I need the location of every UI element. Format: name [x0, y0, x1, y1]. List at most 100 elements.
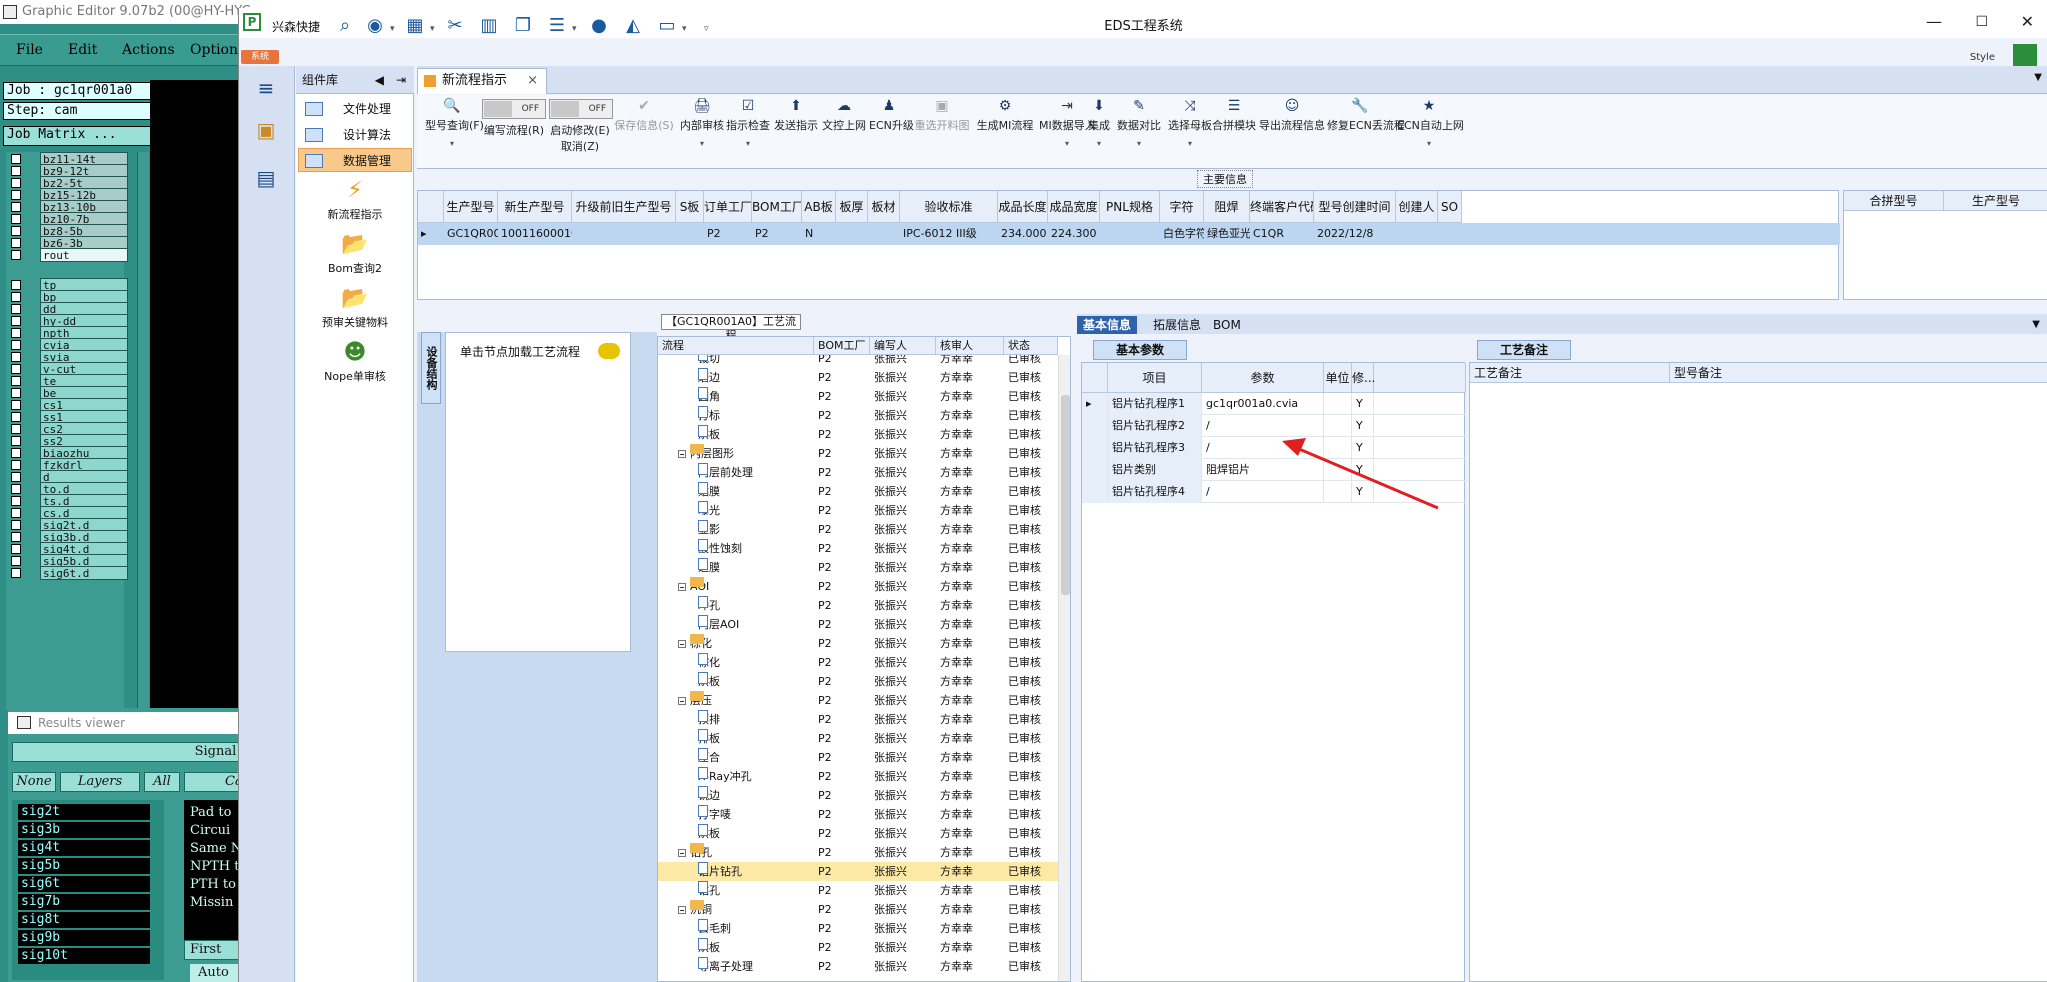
grid-column-header[interactable]: 成品长度 [998, 191, 1048, 223]
layer-checkbox[interactable] [11, 250, 21, 260]
tree-node[interactable]: 退膜 [698, 558, 720, 577]
param-value[interactable]: gc1qr001a0.cvia [1202, 393, 1324, 415]
style-menu[interactable]: Style [1970, 52, 1995, 63]
tree-node[interactable]: 棕化 [678, 634, 712, 653]
layer-row[interactable]: sig6t.d [6, 566, 128, 580]
grid-cell[interactable] [836, 223, 868, 245]
ribbon-button[interactable]: OFF 编写流程(R) [481, 95, 547, 169]
ribbon-button[interactable]: ☺ 导出流程信息 [1259, 95, 1325, 169]
grid-column-header[interactable]: 升级前旧生产型号 [572, 191, 676, 223]
tree-row[interactable]: 等离子处理 P2 张振兴 方幸幸 已审核 [658, 957, 1070, 976]
basic-params-tab[interactable]: 基本参数 [1093, 340, 1187, 360]
grid-row-fill[interactable] [1462, 223, 1840, 245]
tree-node[interactable]: 显影 [698, 520, 720, 539]
layer-scrollbar[interactable] [137, 152, 149, 710]
tree-node[interactable]: 内层AOI [698, 615, 739, 634]
chevron-down-icon[interactable]: ▼ [2026, 316, 2046, 334]
toggle-switch[interactable]: OFF [549, 99, 613, 119]
grid-cell[interactable]: 绿色亚光 [1204, 223, 1250, 245]
hamburger-icon[interactable]: ≡ [251, 76, 281, 106]
component-item[interactable]: 📂 预审关键物料 [296, 286, 414, 330]
tree-node[interactable]: 内层前处理 [698, 463, 753, 482]
tree-row[interactable]: X-Ray冲孔 P2 张振兴 方幸幸 已审核 [658, 767, 1070, 786]
tree-scrollbar[interactable] [1058, 355, 1070, 981]
tree-row[interactable]: AOI P2 张振兴 方幸幸 已审核 [658, 577, 1070, 596]
ribbon-button[interactable]: ⤨ 选择母板 ▾ [1167, 95, 1213, 169]
tree-row[interactable]: 沉铜 P2 张振兴 方幸幸 已审核 [658, 900, 1070, 919]
layer-checkbox[interactable] [11, 238, 21, 248]
close-button[interactable]: ✕ [2021, 12, 2034, 31]
system-button[interactable]: 系统 [241, 50, 279, 64]
layer-checkbox[interactable] [11, 508, 21, 518]
param-column-header[interactable]: 参数 [1202, 363, 1324, 393]
layer-checkbox[interactable] [11, 340, 21, 350]
layer-name[interactable]: sig6t.d [40, 566, 128, 580]
grid-column-header[interactable]: SO [1438, 191, 1462, 223]
grid-cell[interactable] [1438, 223, 1462, 245]
ribbon-button[interactable]: OFF 启动修改(E) 取消(Z) [549, 95, 613, 169]
chevron-down-icon[interactable]: ▾ [1167, 139, 1213, 148]
tree-row[interactable]: 酸性蚀刻 P2 张振兴 方幸幸 已审核 [658, 539, 1070, 558]
grid-column-header[interactable]: 成品宽度 [1048, 191, 1100, 223]
layer-checkbox[interactable] [11, 280, 21, 290]
tree-row[interactable]: 显影 P2 张振兴 方幸幸 已审核 [658, 520, 1070, 539]
tree-node[interactable]: 沉铜 [678, 900, 712, 919]
tree-row[interactable]: 内层前处理 P2 张振兴 方幸幸 已审核 [658, 463, 1070, 482]
grid-column-header[interactable]: 字符 [1160, 191, 1204, 223]
layer-checkbox[interactable] [11, 532, 21, 542]
layer-checkbox[interactable] [11, 154, 21, 164]
layers-button[interactable]: Layers [60, 772, 140, 792]
layer-checkbox[interactable] [11, 178, 21, 188]
tree-node[interactable]: 烘板 [698, 672, 720, 691]
ribbon-button[interactable]: 🖨 内部审核 ▾ [679, 95, 725, 169]
tree-column-header[interactable]: 编写人 [870, 337, 936, 355]
tree-row[interactable]: 铝片钻孔 P2 张振兴 方幸幸 已审核 [658, 862, 1070, 881]
tree-node[interactable]: 烘板 [698, 938, 720, 957]
param-column-header[interactable]: 修... [1352, 363, 1375, 393]
collapse-toggle[interactable] [678, 906, 686, 914]
grid-column-header[interactable]: 验收标准 [900, 191, 998, 223]
tree-node[interactable]: 打字唛 [698, 805, 731, 824]
process-remarks-tab[interactable]: 工艺备注 [1477, 340, 1571, 360]
menu-edit[interactable]: Edit [68, 42, 97, 58]
tree-node[interactable]: 棕化 [698, 653, 720, 672]
param-unit[interactable] [1324, 393, 1352, 415]
grid-icon[interactable] [2013, 44, 2037, 68]
layer-checkbox[interactable] [11, 448, 21, 458]
tree-row[interactable]: 棕化 P2 张振兴 方幸幸 已审核 [658, 634, 1070, 653]
tree-row[interactable]: 冲孔 P2 张振兴 方幸幸 已审核 [658, 596, 1070, 615]
component-menu-item[interactable]: 文件处理 [298, 96, 412, 120]
yx-app-icon[interactable]: ▣ [251, 118, 281, 148]
param-flag[interactable]: Y [1352, 393, 1374, 415]
layer-checkbox[interactable] [11, 520, 21, 530]
menu-file[interactable]: File [16, 42, 43, 58]
tree-row[interactable]: 排板 P2 张振兴 方幸幸 已审核 [658, 729, 1070, 748]
tree-row[interactable]: 钻孔 P2 张振兴 方幸幸 已审核 [658, 881, 1070, 900]
tree-column-header[interactable]: 状态 [1004, 337, 1058, 355]
chevron-down-icon[interactable]: ▾ [1397, 139, 1461, 148]
param-row[interactable]: ▸ 铝片钻孔程序1 gc1qr001a0.cvia Y [1082, 393, 1466, 415]
tree-row[interactable]: 预排 P2 张振兴 方幸幸 已审核 [658, 710, 1070, 729]
signal-row[interactable]: sig6t [18, 876, 150, 892]
grid-cell[interactable]: 白色字符 [1160, 223, 1204, 245]
tab-bom[interactable]: BOM [1207, 316, 1247, 334]
prev-icon[interactable]: ◀ [375, 66, 384, 94]
tree-row[interactable]: 烘板 P2 张振兴 方幸幸 已审核 [658, 938, 1070, 957]
minimize-button[interactable]: — [1926, 12, 1942, 31]
layer-checkbox[interactable] [11, 292, 21, 302]
tree-row[interactable]: 圆角 P2 张振兴 方幸幸 已审核 [658, 387, 1070, 406]
grid-cell[interactable]: C1QR [1250, 223, 1314, 245]
layer-checkbox[interactable] [11, 472, 21, 482]
tree-node[interactable]: 等离子处理 [698, 957, 753, 976]
tree-node[interactable]: 层压 [678, 691, 712, 710]
layer-checkbox[interactable] [11, 364, 21, 374]
tree-column-header[interactable]: 核审人 [936, 337, 1004, 355]
grid-cell[interactable]: N [802, 223, 836, 245]
ribbon-button[interactable]: 🔧 修复ECN丢流程 [1327, 95, 1405, 169]
component-item[interactable]: 📂 Bom查询2 [296, 232, 414, 276]
tree-node[interactable]: 去毛刺 [698, 919, 731, 938]
collapse-toggle[interactable] [678, 583, 686, 591]
tree-row[interactable]: 退膜 P2 张振兴 方幸幸 已审核 [658, 558, 1070, 577]
tree-node[interactable]: 压合 [698, 748, 720, 767]
layer-checkbox[interactable] [11, 190, 21, 200]
